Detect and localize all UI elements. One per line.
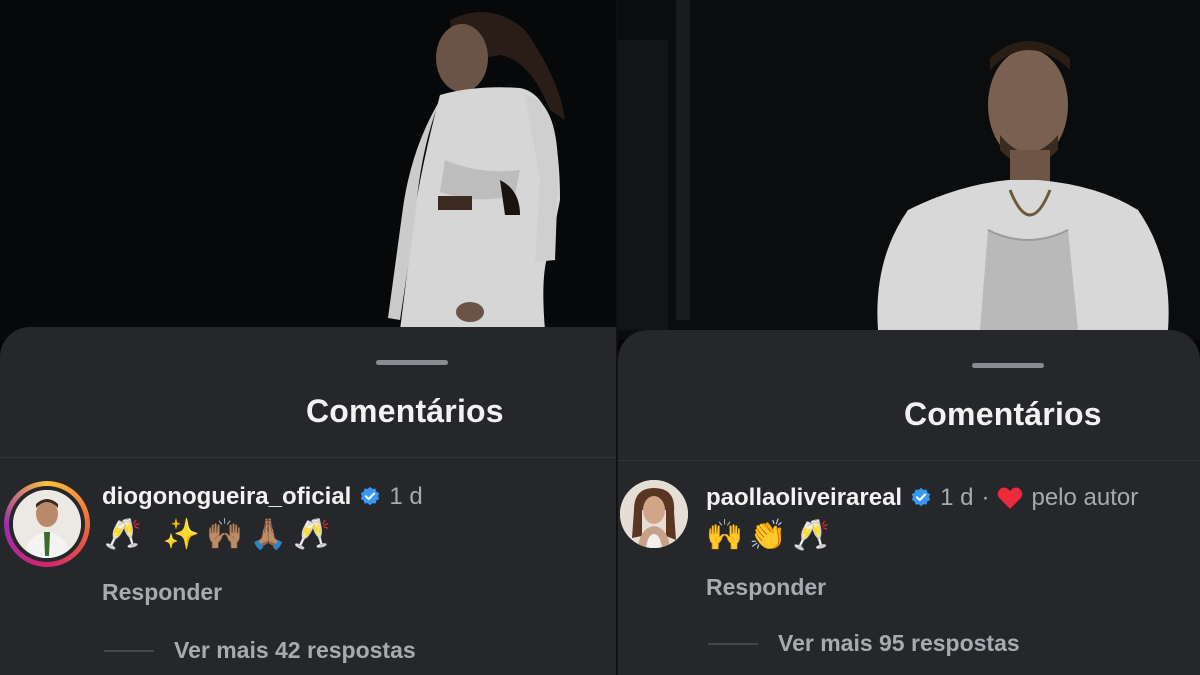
avatar[interactable] [620, 480, 688, 548]
view-more-replies-label: Ver mais 42 respostas [174, 637, 416, 663]
view-more-replies-button[interactable]: Ver mais 42 respostas [104, 637, 416, 664]
left-post-panel: Comentários diogonogueira_oficial 1 d 🥂 … [0, 0, 616, 675]
heart-icon [998, 487, 1023, 509]
reply-button[interactable]: Responder [706, 574, 826, 601]
comment-header: paollaoliveirareal 1 d · pelo autor [706, 484, 1138, 512]
replies-line [708, 642, 758, 645]
meta-separator: · [981, 484, 990, 511]
comment-time: 1 d [389, 483, 423, 510]
sheet-divider [0, 457, 616, 458]
sheet-divider [618, 460, 1200, 461]
comment-username[interactable]: paollaoliveirareal [706, 484, 902, 512]
post-photo-woman-white-dress [0, 0, 616, 340]
avatar-photo [620, 480, 688, 548]
avatar-with-story-ring[interactable] [4, 481, 90, 567]
liked-by-author-label: pelo autor [1031, 484, 1139, 511]
sheet-drag-handle[interactable] [972, 363, 1044, 368]
comment-text: 🙌👏🥂 [706, 518, 837, 553]
sheet-drag-handle[interactable] [376, 360, 448, 365]
comment-header: diogonogueira_oficial 1 d [102, 483, 423, 511]
comments-sheet: Comentários paollaoliveirareal 1 d · pel… [618, 330, 1200, 675]
comment-text: 🥂 ✨🙌🏽🙏🏽🥂 [104, 517, 337, 552]
avatar-photo [13, 490, 81, 558]
verified-badge-icon [361, 486, 380, 506]
sheet-title: Comentários [306, 393, 504, 429]
comment-time: 1 d [940, 484, 974, 511]
replies-line [104, 649, 154, 652]
reply-button[interactable]: Responder [102, 579, 222, 606]
view-more-replies-label: Ver mais 95 respostas [778, 630, 1020, 656]
view-more-replies-button[interactable]: Ver mais 95 respostas [708, 630, 1020, 657]
right-post-panel: Comentários paollaoliveirareal 1 d · pel… [618, 0, 1200, 675]
verified-badge-icon [911, 487, 931, 507]
post-photo-man-white-shirt [618, 0, 1200, 340]
sheet-title: Comentários [904, 396, 1102, 432]
comment-username[interactable]: diogonogueira_oficial [102, 483, 351, 511]
comments-sheet: Comentários diogonogueira_oficial 1 d 🥂 … [0, 327, 616, 675]
